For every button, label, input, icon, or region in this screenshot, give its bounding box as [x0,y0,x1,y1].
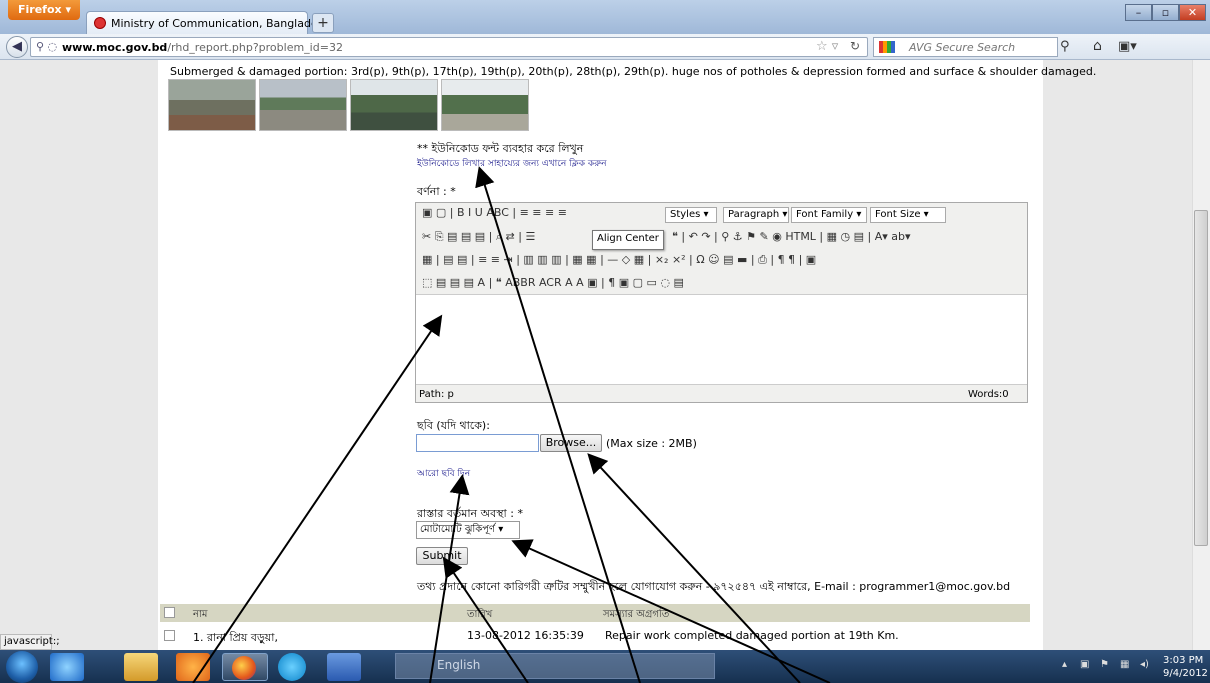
font-family-dropdown[interactable]: Font Family ▾ [791,207,867,223]
url-path: /rhd_report.php?problem_id=32 [167,41,343,54]
editor-toolbar-buttons[interactable]: ⬚ ▤ ▤ ▤ A | ❝ ABBR ACR A A ▣ | ¶ ▣ ▢ ▭ ◌… [422,276,684,289]
max-size-note: (Max size : 2MB) [606,437,697,450]
tray-expand-icon[interactable]: ▴ [1062,659,1074,671]
editor-toolbar-row[interactable]: ▣ ▢ | B I U ABC | ≡ ≡ ≡ ≡ [422,206,567,224]
back-button[interactable]: ◀ [6,36,28,58]
table-cell-date: 13-08-2012 16:35:39 [467,629,584,642]
status-bar-text: javascript:; [0,634,60,650]
browser-tab[interactable]: Ministry of Communication, Bangladesh [86,11,330,34]
tray-app-icon[interactable]: ▣ [1080,659,1092,671]
road-photo-thumbnail[interactable] [441,79,529,131]
photo-file-input[interactable] [416,434,539,452]
reload-icon[interactable]: ↻ [850,39,860,53]
column-header-progress: সমস্যার অগ্রগতি [603,609,670,620]
editor-toolbar-row[interactable]: ✂ ⎘ ▤ ▤ ▤ | ⌕ ⇄ | ☰ ❝ | ↶ ↷ | ⚲ ⚓ ⚑ ✎ ◉ H… [422,230,911,248]
column-header-date: তারিখ [467,609,493,620]
table-header [160,604,1030,622]
volume-icon[interactable]: ◂) [1140,659,1152,671]
row-checkbox[interactable] [164,630,175,641]
url-host: www.moc.gov.bd [62,41,168,54]
minimize-button[interactable]: – [1125,4,1152,21]
maximize-button[interactable]: ▫ [1152,4,1179,21]
table-cell-progress: Repair work completed damaged portion at… [605,629,899,642]
bookmark-star-icon[interactable]: ☆ ▿ [816,39,838,54]
site-favicon-icon [94,17,106,29]
language-label: English [437,658,481,672]
report-intro-text: Submerged & damaged portion: 3rd(p), 9th… [170,65,1097,78]
styles-dropdown[interactable]: Styles ▾ [665,207,717,223]
editor-toolbar-buttons[interactable]: ✂ ⎘ ▤ ▤ ▤ | ⌕ ⇄ | ☰ [422,230,535,243]
media-player-icon[interactable] [176,653,210,681]
internet-explorer-icon[interactable] [50,653,84,681]
new-tab-button[interactable]: + [312,13,334,33]
column-header-name: নাম [193,609,208,620]
skype-icon[interactable] [278,653,306,681]
start-button[interactable] [6,651,38,683]
clock-time[interactable]: 3:03 PM [1163,655,1203,666]
select-all-checkbox[interactable] [164,607,175,618]
firefox-menu-button[interactable]: Firefox ▾ [8,0,80,20]
editor-toolbar-buttons[interactable]: ▦ | ▤ ▤ | ≡ ≡ ⇥ | ▥ ▥ ▥ | ▦ ▦ | — ◇ ▦ | … [422,253,816,266]
search-placeholder: AVG Secure Search [909,41,1016,54]
browse-button[interactable]: Browse... [540,434,602,452]
scrollbar-thumb[interactable] [1194,210,1208,546]
unicode-help-link[interactable]: ইউনিকোডে লিখার সাহায্যের জন্য এখানে ক্লি… [417,156,606,171]
avg-logo-icon[interactable] [879,41,895,53]
road-condition-select[interactable]: মোটামোটি ঝুকিপূর্ণ ▾ [416,521,520,539]
add-more-photo-link[interactable]: আরো ছবি দিন [417,466,470,481]
home-icon[interactable]: ⌂ [1093,38,1102,54]
road-condition-value: মোটামোটি ঝুকিপূর্ণ [420,524,496,535]
paragraph-dropdown[interactable]: Paragraph ▾ [723,207,789,223]
editor-path: Path: p [419,389,454,400]
firefox-icon [232,656,256,680]
firefox-menu-label: Firefox [18,3,62,16]
editor-text-area[interactable] [416,294,1027,385]
font-family-dropdown-label: Font Family [796,209,854,220]
word-icon[interactable] [327,653,361,681]
toolbar-menu-icon[interactable]: ▣▾ [1118,39,1137,54]
road-photo-thumbnail[interactable] [350,79,438,131]
road-photo-thumbnail[interactable] [259,79,347,131]
close-window-button[interactable]: ✕ [1179,4,1206,21]
font-size-dropdown[interactable]: Font Size ▾ [870,207,946,223]
contact-info-text: তথ্য প্রদানে কোনো কারিগরী ত্রুটির সম্মুখ… [417,580,1011,593]
styles-dropdown-label: Styles [670,209,701,220]
font-size-dropdown-label: Font Size [875,209,921,220]
paragraph-dropdown-label: Paragraph [728,209,780,220]
file-explorer-icon[interactable] [124,653,158,681]
submit-button[interactable]: Submit [416,547,468,565]
editor-word-count: Words:0 [968,389,1009,400]
clock-date[interactable]: 9/4/2012 [1163,668,1208,679]
editor-toolbar-buttons[interactable]: ❝ | ↶ ↷ | ⚲ ⚓ ⚑ ✎ ◉ HTML | ▦ ◷ ▤ | A▾ ab… [672,230,911,243]
editor-toolbar-row[interactable]: ▦ | ▤ ▤ | ≡ ≡ ⇥ | ▥ ▥ ▥ | ▦ ▦ | — ◇ ▦ | … [422,253,816,271]
tray-flag-icon[interactable]: ⚑ [1100,659,1112,671]
url-text[interactable]: www.moc.gov.bd/rhd_report.php?problem_id… [62,41,343,54]
description-label: বর্ণনা : * [417,185,456,198]
align-center-tooltip: Align Center [592,230,664,250]
network-icon[interactable]: ▦ [1120,659,1132,671]
site-identity-icon[interactable]: ⚲ ◌ [36,40,57,53]
road-photo-thumbnail[interactable] [168,79,256,131]
editor-toolbar-buttons[interactable]: ▣ ▢ | B I U ABC | ≡ ≡ ≡ ≡ [422,206,567,219]
search-icon[interactable]: ⚲ [1060,39,1070,54]
table-cell-name: 1. রানা প্রিয় বড়ুয়া, [193,631,278,644]
tab-title: Ministry of Communication, Bangladesh [111,17,331,30]
editor-toolbar-row[interactable]: ⬚ ▤ ▤ ▤ A | ❝ ABBR ACR A A ▣ | ¶ ▣ ▢ ▭ ◌… [422,276,684,294]
